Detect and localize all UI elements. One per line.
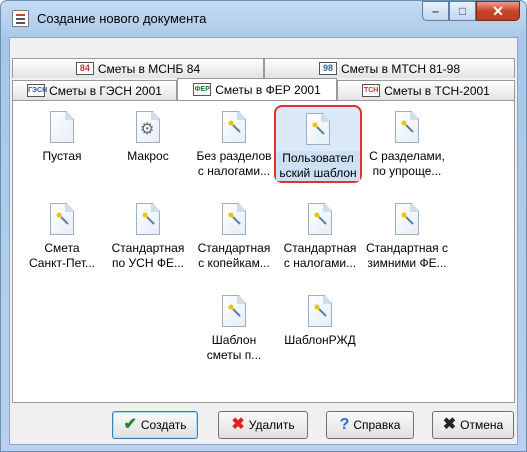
minimize-icon: – [432, 4, 439, 18]
tab-row-1: 84 Сметы в МСНБ 84 98 Сметы в МТСН 81-98 [12, 58, 515, 78]
item-label: ШаблонРЖД [284, 333, 356, 347]
item-label: Смета Санкт-Пет... [28, 241, 96, 270]
item-label: Пустая [42, 149, 82, 163]
tab-label: Сметы в ТСН-2001 [384, 83, 490, 98]
template-item[interactable]: ШаблонРЖД [276, 295, 364, 348]
gesn-badge-icon: ГЭСН [27, 84, 47, 97]
item-label: Стандартная с копейкам... [197, 241, 271, 270]
dialog-window: Создание нового документа – □ ✕ 84 Сметы… [0, 0, 527, 452]
item-label: Макрос [127, 149, 169, 163]
minimize-button[interactable]: – [422, 1, 449, 21]
template-wand-icon [308, 295, 332, 327]
tsn-badge-icon: ТСН [362, 84, 381, 97]
title-bar[interactable]: Создание нового документа – □ ✕ [1, 1, 526, 37]
tab-label: Сметы в ФЕР 2001 [215, 82, 321, 97]
help-button[interactable]: ? Справка [326, 411, 414, 439]
dialog-client: 84 Сметы в МСНБ 84 98 Сметы в МТСН 81-98… [9, 37, 518, 445]
template-wand-icon [50, 203, 74, 235]
tab-tsn-2001[interactable]: ТСН Сметы в ТСН-2001 [337, 80, 515, 100]
template-item[interactable]: С разделами, по упроще... [363, 111, 451, 179]
tab-gesn-2001[interactable]: ГЭСН Сметы в ГЭСН 2001 [12, 80, 177, 100]
template-item[interactable]: Стандартная с зимними ФЕ... [363, 203, 451, 271]
tab-mtsn-81-98[interactable]: 98 Сметы в МТСН 81-98 [264, 58, 515, 78]
tab-msnb-84[interactable]: 84 Сметы в МСНБ 84 [12, 58, 264, 78]
template-item[interactable]: Стандартная по УСН ФЕ... [104, 203, 192, 271]
template-wand-icon [306, 113, 330, 145]
check-icon: ✔ [123, 416, 137, 433]
create-button-label: Создать [140, 418, 187, 432]
close-button[interactable]: ✕ [476, 1, 520, 21]
delete-button-label: Удалить [248, 418, 295, 432]
tab-label: Сметы в ГЭСН 2001 [49, 83, 162, 98]
maximize-button[interactable]: □ [449, 1, 476, 21]
template-wand-icon [222, 203, 246, 235]
help-button-label: Справка [353, 418, 401, 432]
template-item-blank[interactable]: Пустая [18, 111, 106, 164]
fer-badge-icon: ФЕР [193, 83, 212, 96]
template-item-selected[interactable]: Пользовател ьский шаблон [274, 105, 362, 183]
template-wand-icon [222, 295, 246, 327]
tab-label: Сметы в МСНБ 84 [97, 61, 201, 76]
cancel-x-icon: ✖ [442, 416, 457, 433]
template-wand-icon [222, 111, 246, 143]
templates-panel: Пустая ⚙ Макрос Без разделов с налогами.… [12, 100, 515, 403]
cancel-button-label: Отмена [460, 418, 504, 432]
cancel-button[interactable]: ✖ Отмена [432, 411, 514, 439]
tab-label: Сметы в МТСН 81-98 [340, 61, 461, 76]
template-item[interactable]: Смета Санкт-Пет... [18, 203, 106, 271]
item-label: Стандартная с налогами... [283, 241, 357, 270]
tab-fer-2001[interactable]: ФЕР Сметы в ФЕР 2001 [177, 78, 337, 100]
template-item[interactable]: Без разделов с налогами... [190, 111, 278, 179]
template-wand-icon [395, 111, 419, 143]
template-item-macro[interactable]: ⚙ Макрос [104, 111, 192, 164]
item-label: Шаблон сметы п... [206, 333, 262, 362]
template-wand-icon [395, 203, 419, 235]
macro-gear-icon: ⚙ [136, 111, 160, 143]
delete-button[interactable]: ✖ Удалить [218, 411, 308, 439]
item-label: Без разделов с налогами... [196, 149, 272, 178]
tab-row-2: ГЭСН Сметы в ГЭСН 2001 ФЕР Сметы в ФЕР 2… [12, 78, 515, 100]
item-label: Пользовател ьский шаблон [276, 151, 360, 181]
template-item[interactable]: Стандартная с налогами... [276, 203, 364, 271]
mtsn-badge-icon: 98 [318, 62, 337, 75]
item-label: Стандартная по УСН ФЕ... [111, 241, 185, 270]
template-item[interactable]: Стандартная с копейкам... [190, 203, 278, 271]
delete-x-icon: ✖ [231, 416, 245, 433]
close-icon: ✕ [492, 2, 504, 19]
item-label: С разделами, по упроще... [369, 149, 445, 178]
msnb-badge-icon: 84 [75, 62, 94, 75]
maximize-icon: □ [458, 4, 467, 18]
template-wand-icon [308, 203, 332, 235]
document-app-icon [12, 10, 29, 27]
template-wand-icon [136, 203, 160, 235]
item-label: Стандартная с зимними ФЕ... [365, 241, 449, 270]
create-button[interactable]: ✔ Создать [112, 411, 198, 439]
template-item[interactable]: Шаблон сметы п... [190, 295, 278, 363]
window-title: Создание нового документа [37, 11, 207, 26]
blank-document-icon [50, 111, 74, 143]
help-question-icon: ? [339, 416, 350, 433]
window-controls: – □ ✕ [422, 1, 520, 21]
